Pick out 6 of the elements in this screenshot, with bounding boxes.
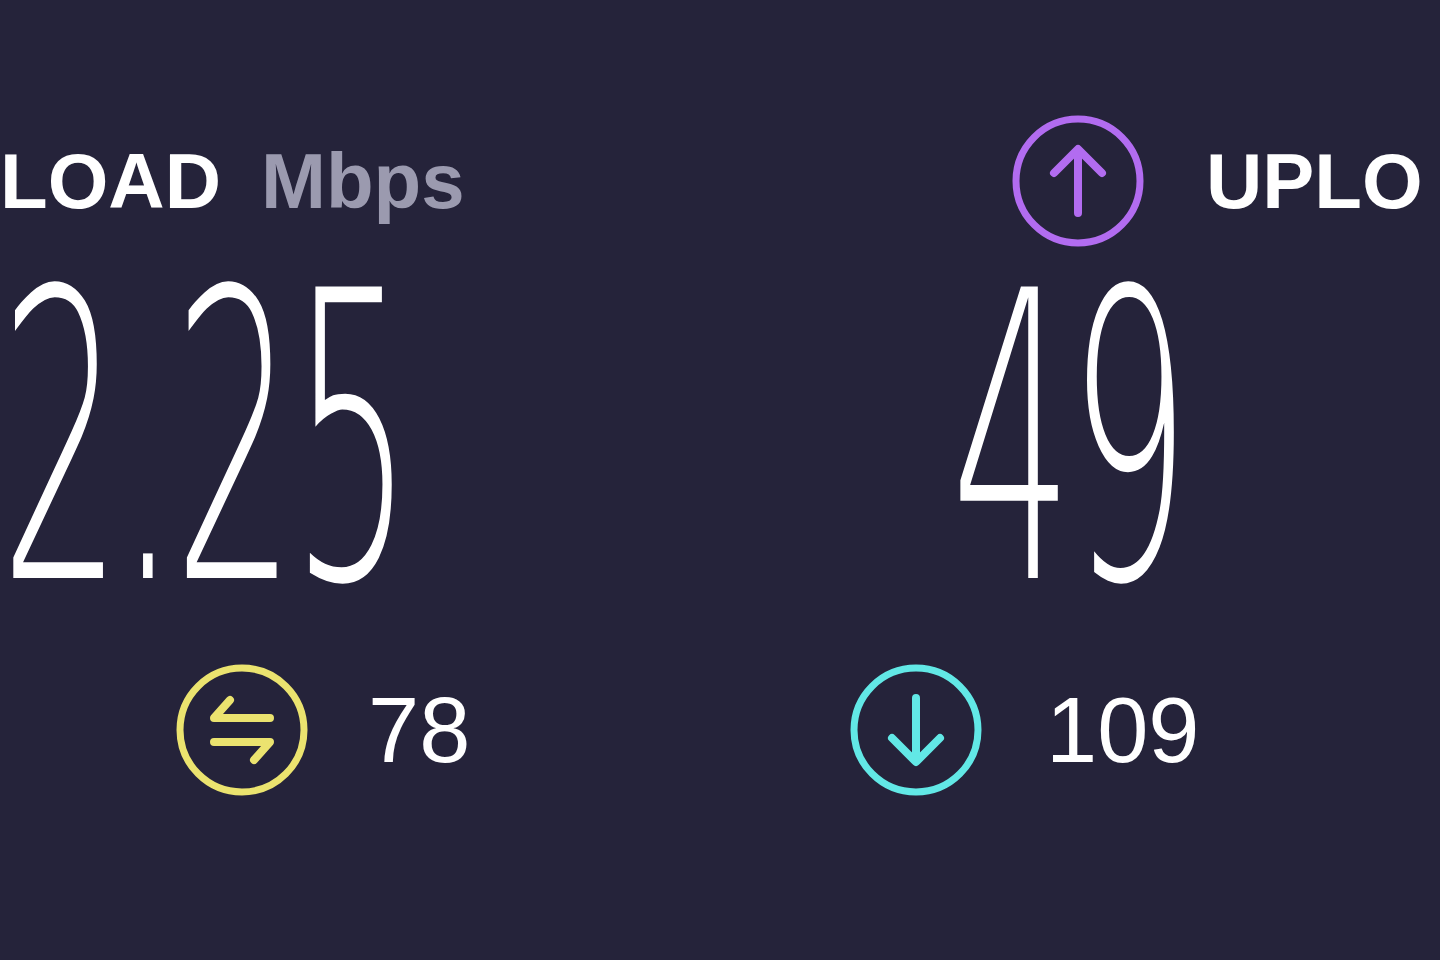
download-speed: 2.25 — [0, 240, 409, 640]
download-label: LOAD — [0, 142, 221, 220]
ping-value: 109 — [1046, 684, 1200, 776]
ping-value: 78 — [368, 684, 471, 776]
upload-speed: 49 — [951, 240, 1186, 640]
upload-label: UPLO — [1206, 142, 1423, 220]
